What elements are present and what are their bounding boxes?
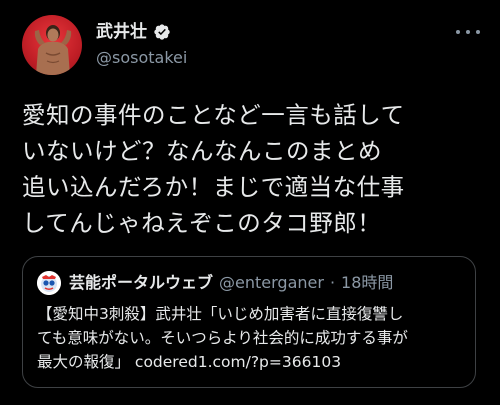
quoted-header: 芸能ポータルウェブ @enterganer · 18時間 (69, 273, 393, 293)
verified-badge-icon (154, 24, 170, 40)
avatar-image (34, 25, 72, 75)
quoted-avatar-image (37, 271, 61, 295)
name-row: 武井壮 (96, 22, 171, 42)
quoted-text: 【愛知中3刺殺】武井壮「いじめ加害者に直接復讐し ても意味がない。そいつらより社… (37, 305, 408, 371)
more-dot (466, 30, 470, 34)
quoted-handle[interactable]: @enterganer (219, 273, 324, 293)
tweet: 武井壮 @sosotakei 愛知の事件のことなど一言も話して いないけど？なん… (0, 0, 500, 405)
more-options-icon[interactable] (456, 24, 480, 40)
quoted-tweet[interactable]: 芸能ポータルウェブ @enterganer · 18時間 【愛知中3刺殺】武井壮… (22, 256, 476, 388)
quoted-timestamp[interactable]: 18時間 (341, 273, 393, 293)
tweet-text: 愛知の事件のことなど一言も話して いないけど？なんなんこのまとめ 追い込んだろか… (22, 101, 405, 237)
more-dot (456, 30, 460, 34)
user-handle[interactable]: @sosotakei (96, 49, 187, 67)
more-dot (476, 30, 480, 34)
quoted-display-name[interactable]: 芸能ポータルウェブ (69, 273, 213, 293)
user-avatar[interactable] (22, 15, 82, 75)
display-name[interactable]: 武井壮 (96, 22, 147, 42)
quoted-separator: · (329, 273, 336, 292)
quoted-avatar (37, 271, 61, 295)
